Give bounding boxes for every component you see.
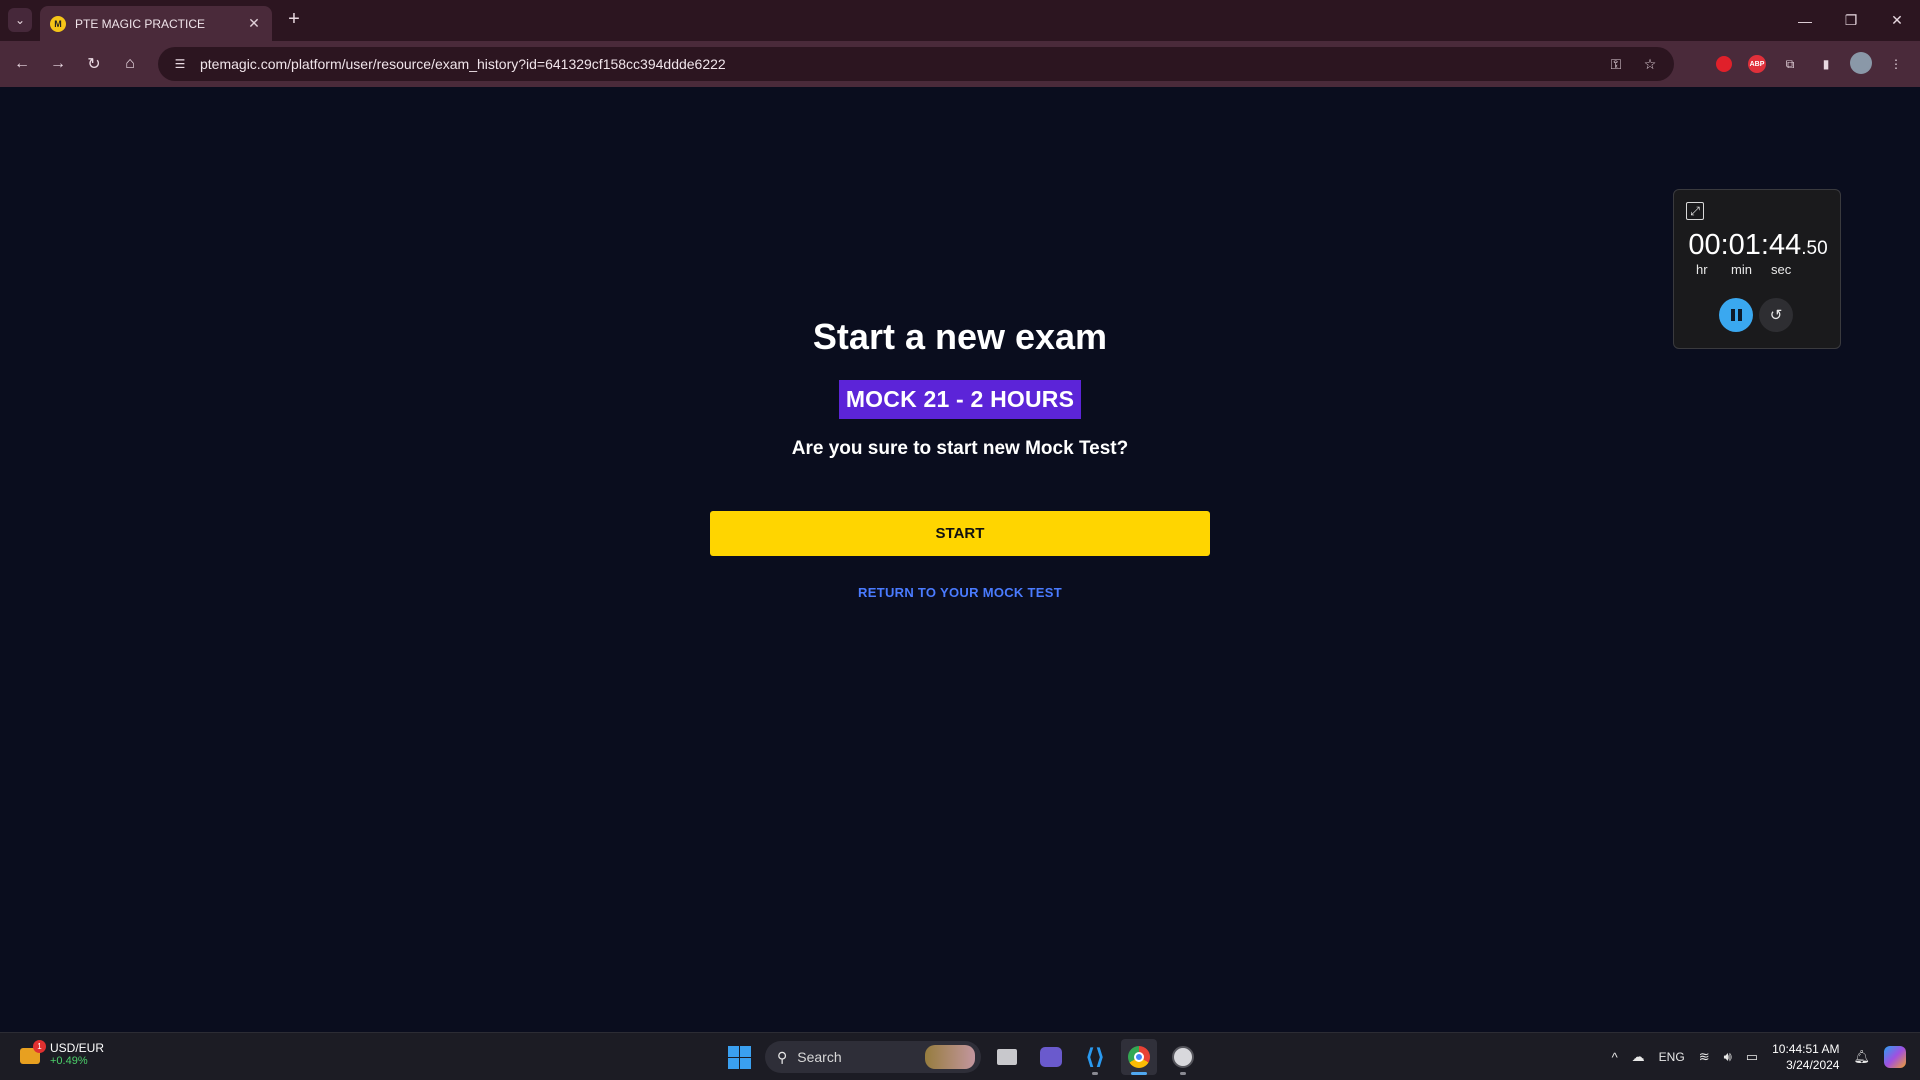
stopwatch-time-fraction: .50 bbox=[1801, 238, 1828, 259]
close-window-icon[interactable]: ✕ bbox=[1874, 0, 1920, 41]
taskbar-search[interactable]: ⚲ Search bbox=[765, 1041, 981, 1073]
onedrive-cloud-icon[interactable]: ☁ bbox=[1632, 1049, 1645, 1065]
language-indicator[interactable]: ENG bbox=[1659, 1050, 1685, 1064]
currency-change: +0.49% bbox=[50, 1055, 88, 1067]
home-icon[interactable]: ⌂ bbox=[118, 52, 142, 76]
pause-button[interactable] bbox=[1719, 298, 1753, 332]
battery-icon[interactable]: ▭ bbox=[1746, 1049, 1758, 1065]
pte-magic-favicon-icon: M bbox=[50, 15, 66, 32]
clock-app-icon[interactable] bbox=[1165, 1039, 1201, 1075]
search-highlight-image bbox=[925, 1045, 975, 1069]
chrome-icon[interactable] bbox=[1121, 1039, 1157, 1075]
adblock-plus-icon[interactable]: ABP bbox=[1748, 55, 1766, 73]
taskbar: 1 USD/EUR +0.49% ⚲ Search ⟨⟩ ^ ☁ ENG ≋ 🔊… bbox=[0, 1032, 1920, 1080]
reset-icon[interactable]: ↺ bbox=[1759, 298, 1793, 332]
tab-list-button[interactable]: ⌄ bbox=[8, 8, 32, 32]
menu-kebab-icon[interactable]: ⋮ bbox=[1884, 52, 1908, 76]
stopwatch-time-main: 00:01:44 bbox=[1688, 229, 1802, 261]
minimize-icon[interactable]: — bbox=[1782, 0, 1828, 41]
currency-pair: USD/EUR bbox=[50, 1041, 105, 1055]
url-text[interactable]: ptemagic.com/platform/user/resource/exam… bbox=[200, 56, 726, 72]
unit-hr: hr bbox=[1696, 262, 1708, 277]
password-key-icon[interactable]: ⚿ bbox=[1606, 54, 1626, 74]
wifi-icon[interactable]: ≋ bbox=[1699, 1049, 1710, 1065]
back-icon[interactable]: ← bbox=[10, 52, 34, 76]
browser-tab[interactable]: M PTE MAGIC PRACTICE ✕ bbox=[40, 6, 272, 41]
taskbar-apps: ⚲ Search ⟨⟩ bbox=[721, 1039, 1201, 1075]
window-controls: — ❐ ✕ bbox=[1782, 0, 1920, 41]
reload-icon[interactable]: ↻ bbox=[82, 52, 106, 76]
stopwatch-time: 00:01:44.50 bbox=[1674, 229, 1842, 262]
search-icon: ⚲ bbox=[777, 1048, 788, 1065]
confirm-question: Are you sure to start new Mock Test? bbox=[791, 438, 1129, 459]
bookmark-star-icon[interactable]: ☆ bbox=[1640, 54, 1660, 74]
volume-icon[interactable]: 🔊︎ bbox=[1724, 1049, 1732, 1065]
address-bar[interactable]: ☰ ptemagic.com/platform/user/resource/ex… bbox=[158, 47, 1674, 81]
page-title: Start a new exam bbox=[812, 316, 1108, 357]
new-tab-button[interactable]: + bbox=[282, 8, 306, 32]
clock-time: 10:44:51 AM bbox=[1772, 1042, 1840, 1056]
chevron-up-icon[interactable]: ^ bbox=[1612, 1050, 1618, 1065]
page-content bbox=[0, 87, 1920, 1032]
close-tab-icon[interactable]: ✕ bbox=[246, 15, 262, 32]
clock-date: 3/24/2024 bbox=[1786, 1058, 1840, 1072]
pause-icon-bar bbox=[1730, 309, 1735, 321]
copilot-icon[interactable] bbox=[1884, 1046, 1906, 1068]
pause-icon-bar bbox=[1737, 309, 1742, 321]
profile-avatar[interactable] bbox=[1850, 52, 1872, 74]
exam-name-badge: MOCK 21 - 2 HOURS bbox=[838, 380, 1082, 419]
browser-tab-bar: ⌄ M PTE MAGIC PRACTICE ✕ + — ❐ ✕ bbox=[0, 0, 1920, 41]
search-label: Search bbox=[797, 1049, 842, 1065]
system-clock[interactable]: 10:44:51 AM 3/24/2024 bbox=[1772, 1041, 1839, 1073]
expand-icon[interactable]: ⤢ bbox=[1686, 202, 1704, 220]
system-tray: ^ ☁ ENG ≋ 🔊︎ ▭ 10:44:51 AM 3/24/2024 🔔︎ bbox=[1612, 1033, 1920, 1080]
vscode-icon[interactable]: ⟨⟩ bbox=[1077, 1039, 1113, 1075]
exam-badge-wrapper: MOCK 21 - 2 HOURS bbox=[0, 380, 1920, 419]
currency-widget[interactable]: 1 USD/EUR +0.49% bbox=[18, 1040, 105, 1067]
file-explorer-icon[interactable] bbox=[989, 1039, 1025, 1075]
unit-sec: sec bbox=[1771, 262, 1792, 277]
unit-min: min bbox=[1731, 262, 1752, 277]
extensions-area: ABP ⧉ ▮ ⋮ bbox=[1712, 52, 1920, 76]
extensions-puzzle-icon[interactable]: ⧉ bbox=[1778, 52, 1802, 76]
forward-icon[interactable]: → bbox=[46, 52, 70, 76]
site-info-icon[interactable]: ☰ bbox=[170, 54, 190, 74]
windows-start-icon[interactable] bbox=[721, 1039, 757, 1075]
start-button[interactable]: START bbox=[710, 511, 1210, 556]
browser-toolbar: ← → ↻ ⌂ ☰ ptemagic.com/platform/user/res… bbox=[0, 41, 1920, 87]
stopwatch-widget: ⤢ 00:01:44.50 hr min sec ↺ bbox=[1673, 189, 1841, 349]
notification-badge: 1 bbox=[33, 1040, 46, 1053]
notifications-bell-icon[interactable]: 🔔︎ bbox=[1853, 1049, 1870, 1065]
extension-red-icon[interactable] bbox=[1712, 52, 1736, 76]
currency-chart-icon: 1 bbox=[18, 1040, 46, 1066]
return-to-mock-test-link[interactable]: RETURN TO YOUR MOCK TEST bbox=[0, 585, 1920, 600]
tab-title: PTE MAGIC PRACTICE bbox=[75, 16, 206, 31]
side-panel-icon[interactable]: ▮ bbox=[1814, 52, 1838, 76]
restore-icon[interactable]: ❐ bbox=[1828, 0, 1874, 41]
meet-app-icon[interactable] bbox=[1033, 1039, 1069, 1075]
